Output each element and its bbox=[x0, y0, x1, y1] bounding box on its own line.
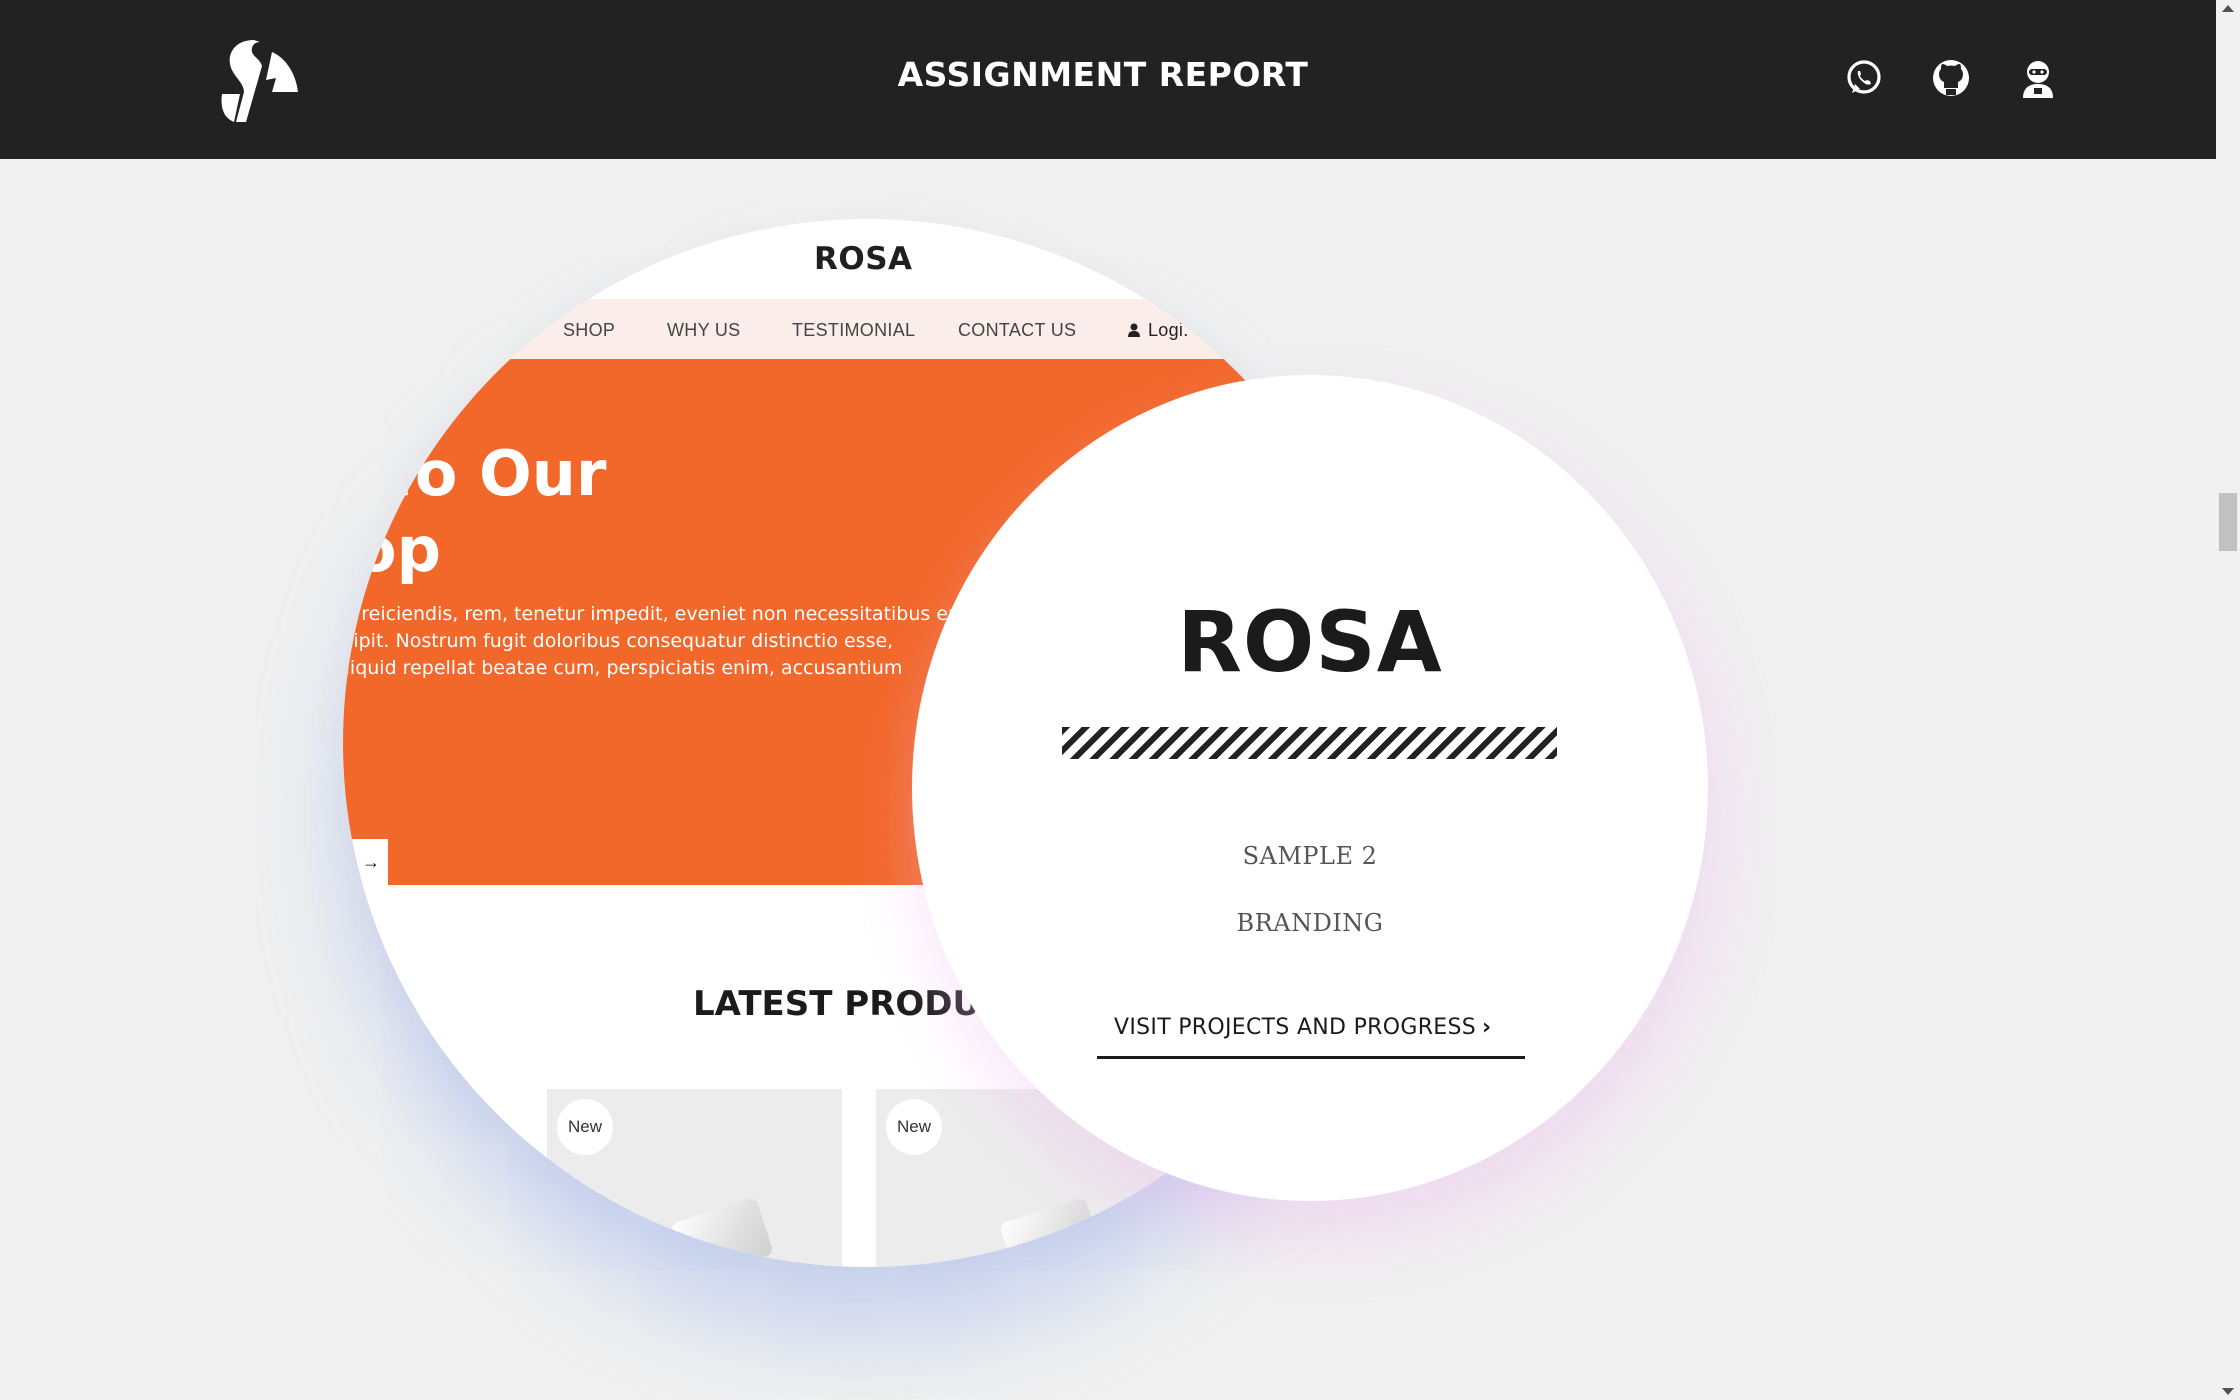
preview-product-card bbox=[343, 1089, 458, 1267]
ninja-avatar-icon[interactable] bbox=[2018, 58, 2058, 98]
preview-nav-contact-us: CONTACT US bbox=[958, 320, 1077, 340]
preview-brand: ROSA bbox=[814, 241, 913, 277]
preview-hero-text-line: lla reiciendis, rem, tenetur impedit, ev… bbox=[343, 603, 975, 625]
scroll-down-arrow-icon[interactable] bbox=[2222, 1388, 2234, 1395]
decorative-stripes bbox=[1062, 727, 1557, 759]
new-badge: New bbox=[886, 1099, 942, 1155]
scroll-up-arrow-icon[interactable] bbox=[2222, 5, 2234, 12]
scrollbar-thumb[interactable] bbox=[2219, 493, 2237, 551]
chevron-right-icon: › bbox=[1482, 1015, 1492, 1040]
visit-projects-label: VISIT PROJECTS AND PROGRESS bbox=[1114, 1015, 1477, 1040]
project-sample-label: SAMPLE 2 bbox=[1242, 842, 1378, 870]
preview-latest-products-heading: LATEST PRODUC bbox=[693, 984, 1006, 1024]
preview-product-card: New bbox=[547, 1089, 842, 1267]
product-image bbox=[998, 1196, 1104, 1267]
preview-hero-text-line: aliquid repellat beatae cum, perspiciati… bbox=[343, 657, 903, 679]
project-category-label: BRANDING bbox=[1236, 909, 1384, 937]
arrow-right-icon: → bbox=[362, 852, 380, 872]
visit-projects-link[interactable]: VISIT PROJECTS AND PROGRESS › bbox=[1097, 1015, 1525, 1059]
github-icon[interactable] bbox=[1931, 58, 1971, 98]
preview-login-label: Logi. bbox=[1148, 320, 1189, 340]
project-name: ROSA bbox=[1177, 593, 1443, 691]
preview-hero-text-line: scipit. Nostrum fugit doloribus consequa… bbox=[343, 630, 894, 652]
preview-nav-shop: SHOP bbox=[563, 320, 616, 340]
project-info-card: ROSA SAMPLE 2 BRANDING VISIT PROJECTS AN… bbox=[912, 375, 1708, 1201]
whatsapp-icon[interactable] bbox=[1844, 58, 1884, 98]
preview-nav-why-us: WHY US bbox=[667, 320, 741, 340]
top-navbar: ASSIGNMENT REPORT bbox=[0, 0, 2216, 159]
preview-hero-button: → bbox=[343, 839, 388, 885]
product-image bbox=[669, 1196, 775, 1267]
preview-nav-testimonial: TESTIMONIAL bbox=[792, 320, 916, 340]
user-icon bbox=[1128, 321, 1140, 337]
scrollbar[interactable] bbox=[2216, 0, 2240, 1400]
new-badge: New bbox=[557, 1099, 613, 1155]
preview-login: Logi. bbox=[1128, 320, 1189, 341]
preview-hero-text: lla reiciendis, rem, tenetur impedit, ev… bbox=[343, 601, 993, 682]
